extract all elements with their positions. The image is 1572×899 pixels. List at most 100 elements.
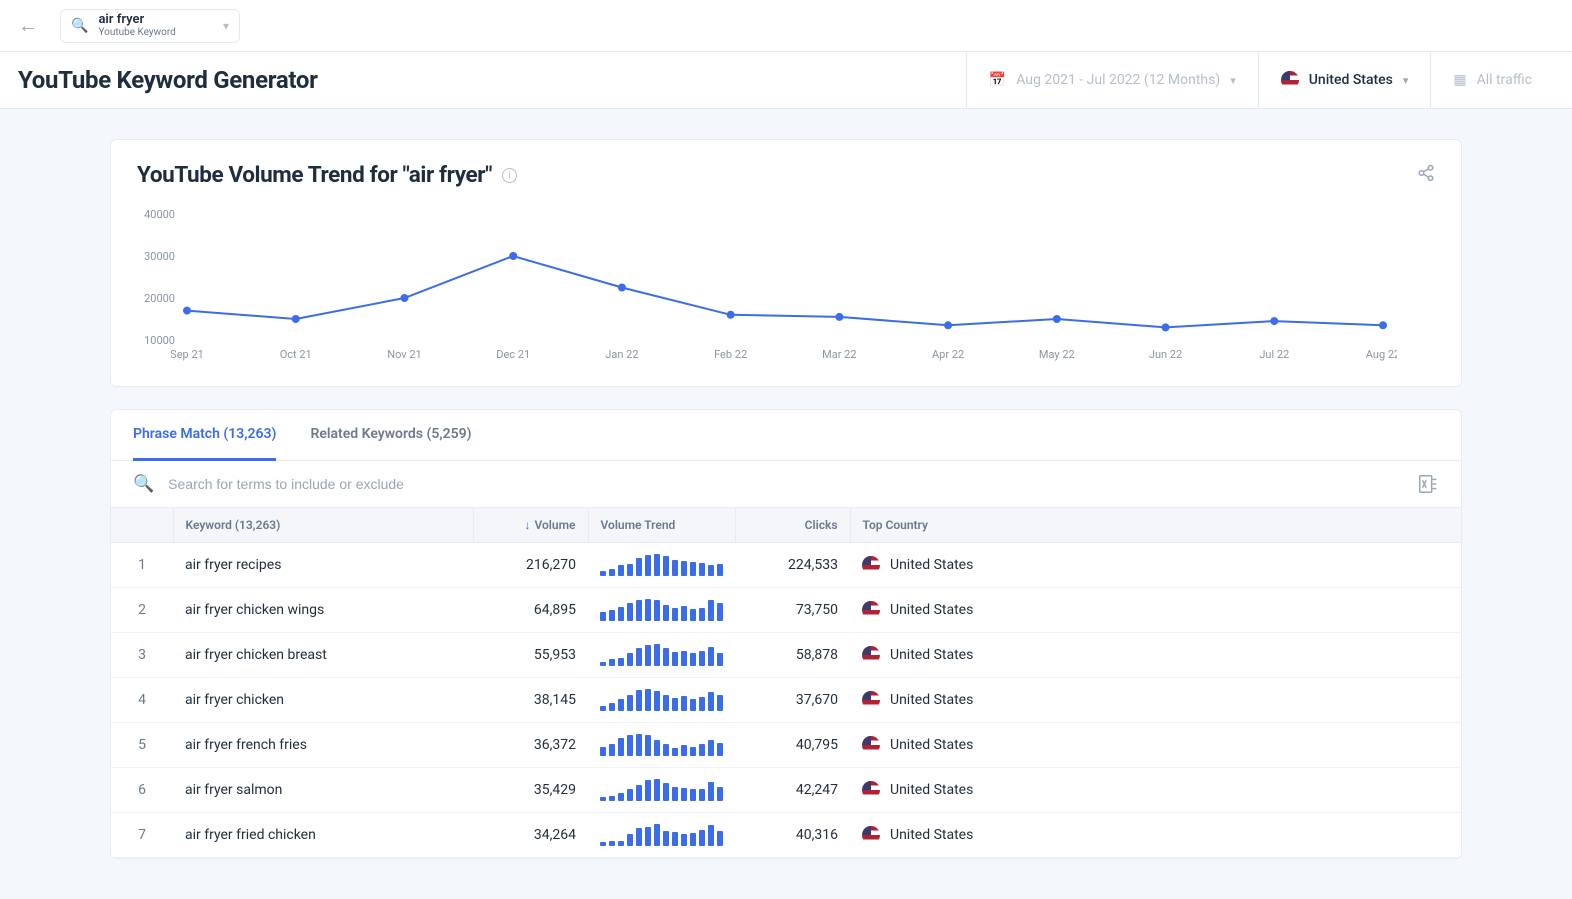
tab-related-keywords[interactable]: Related Keywords (5,259): [310, 410, 471, 460]
row-country: United States: [850, 723, 1461, 768]
svg-text:Feb 22: Feb 22: [714, 348, 747, 361]
row-clicks: 40,795: [735, 723, 850, 768]
row-clicks: 42,247: [735, 768, 850, 813]
us-flag-icon: [1281, 71, 1299, 89]
chevron-down-icon: ▾: [1403, 74, 1409, 87]
svg-text:Nov 21: Nov 21: [387, 348, 421, 361]
page-title: YouTube Keyword Generator: [18, 66, 318, 94]
traffic-selector[interactable]: ▦ All traffic: [1430, 52, 1554, 109]
table-row[interactable]: 6air fryer salmon35,42942,247United Stat…: [111, 768, 1461, 813]
row-volume: 216,270: [473, 543, 588, 588]
row-keyword: air fryer french fries: [173, 723, 473, 768]
row-volume: 38,145: [473, 678, 588, 723]
keywords-card: Phrase Match (13,263) Related Keywords (…: [110, 409, 1462, 859]
row-trend-spark: [588, 678, 735, 723]
col-clicks[interactable]: Clicks: [735, 508, 850, 543]
row-keyword: air fryer recipes: [173, 543, 473, 588]
svg-text:30000: 30000: [144, 250, 175, 263]
row-trend-spark: [588, 723, 735, 768]
svg-text:May 22: May 22: [1039, 348, 1075, 361]
search-icon: 🔍: [133, 474, 154, 494]
back-button[interactable]: ←: [18, 13, 38, 38]
row-clicks: 58,878: [735, 633, 850, 678]
row-volume: 34,264: [473, 813, 588, 858]
table-row[interactable]: 5air fryer french fries36,372 40,795Unite…: [111, 723, 1461, 768]
svg-text:Sep 21: Sep 21: [170, 348, 204, 361]
svg-text:Jan 22: Jan 22: [605, 348, 638, 361]
row-trend-spark: [588, 633, 735, 678]
row-index: 1: [111, 543, 173, 588]
row-volume: 36,372: [473, 723, 588, 768]
table-row[interactable]: 4air fryer chicken38,145 37,670United Sta…: [111, 678, 1461, 723]
us-flag-icon: [862, 646, 880, 664]
country-selector[interactable]: United States ▾: [1258, 52, 1431, 109]
filter-input[interactable]: [168, 476, 1417, 492]
tab-phrase-match[interactable]: Phrase Match (13,263): [133, 410, 276, 461]
volume-trend-card: YouTube Volume Trend for "air fryer" i 1…: [110, 139, 1462, 387]
us-flag-icon: [862, 691, 880, 709]
table-row[interactable]: 3air fryer chicken breast55,95358,878Uni…: [111, 633, 1461, 678]
line-chart: 10000200003000040000Sep 21Oct 21Nov 21De…: [137, 206, 1435, 370]
table-row[interactable]: 2air fryer chicken wings64,89573,750Unit…: [111, 588, 1461, 633]
info-icon[interactable]: i: [502, 168, 517, 183]
row-clicks: 37,670: [735, 678, 850, 723]
row-trend-spark: [588, 588, 735, 633]
tabs: Phrase Match (13,263) Related Keywords (…: [111, 410, 1461, 461]
us-flag-icon: [862, 556, 880, 574]
chevron-down-icon: ▾: [223, 19, 229, 33]
table-row[interactable]: 1air fryer recipes216,270 224,533United S…: [111, 543, 1461, 588]
search-icon: 🔍: [71, 18, 88, 34]
row-trend-spark: [588, 768, 735, 813]
calendar-icon: 📅: [989, 72, 1006, 88]
row-keyword: air fryer chicken wings: [173, 588, 473, 633]
us-flag-icon: [862, 826, 880, 844]
row-index: 7: [111, 813, 173, 858]
row-volume: 35,429: [473, 768, 588, 813]
row-trend-spark: [588, 543, 735, 588]
row-keyword: air fryer chicken: [173, 678, 473, 723]
row-clicks: 73,750: [735, 588, 850, 633]
row-country: United States: [850, 813, 1461, 858]
row-volume: 64,895: [473, 588, 588, 633]
traffic-icon: ▦: [1453, 72, 1466, 88]
chart-title: YouTube Volume Trend for "air fryer": [137, 162, 492, 188]
row-country: United States: [850, 678, 1461, 723]
chevron-down-icon: ▾: [1230, 74, 1236, 87]
traffic-label: All traffic: [1477, 72, 1532, 88]
row-country: United States: [850, 768, 1461, 813]
keyword-search-dropdown[interactable]: 🔍 air fryer Youtube Keyword ▾: [60, 9, 240, 43]
col-keyword[interactable]: Keyword (13,263): [173, 508, 473, 543]
us-flag-icon: [862, 601, 880, 619]
row-trend-spark: [588, 813, 735, 858]
row-keyword: air fryer fried chicken: [173, 813, 473, 858]
svg-text:Dec 21: Dec 21: [496, 348, 530, 361]
row-clicks: 224,533: [735, 543, 850, 588]
col-volume-trend[interactable]: Volume Trend: [588, 508, 735, 543]
us-flag-icon: [862, 736, 880, 754]
country-label: United States: [1309, 72, 1393, 88]
row-index: 5: [111, 723, 173, 768]
svg-text:40000: 40000: [144, 208, 175, 221]
date-range-selector[interactable]: 📅 Aug 2021 - Jul 2022 (12 Months) ▾: [966, 52, 1258, 109]
row-index: 4: [111, 678, 173, 723]
col-volume[interactable]: ↓Volume: [473, 508, 588, 543]
export-excel-button[interactable]: [1417, 473, 1439, 495]
table-row[interactable]: 7air fryer fried chicken34,26440,316Unit…: [111, 813, 1461, 858]
row-volume: 55,953: [473, 633, 588, 678]
svg-text:10000: 10000: [144, 334, 175, 347]
keywords-table: Keyword (13,263) ↓Volume Volume Trend Cl…: [111, 508, 1461, 858]
date-range-label: Aug 2021 - Jul 2022 (12 Months): [1016, 72, 1220, 88]
svg-text:Aug 22: Aug 22: [1366, 348, 1397, 361]
row-country: United States: [850, 543, 1461, 588]
svg-text:Oct 21: Oct 21: [280, 348, 312, 361]
search-subtitle: Youtube Keyword: [98, 28, 175, 38]
col-top-country[interactable]: Top Country: [850, 508, 1461, 543]
row-country: United States: [850, 588, 1461, 633]
us-flag-icon: [862, 781, 880, 799]
svg-text:Apr 22: Apr 22: [932, 348, 964, 361]
svg-text:Mar 22: Mar 22: [822, 348, 856, 361]
row-keyword: air fryer salmon: [173, 768, 473, 813]
share-icon[interactable]: [1417, 164, 1435, 186]
search-keyword: air fryer: [98, 13, 175, 26]
sort-down-icon: ↓: [524, 518, 530, 532]
